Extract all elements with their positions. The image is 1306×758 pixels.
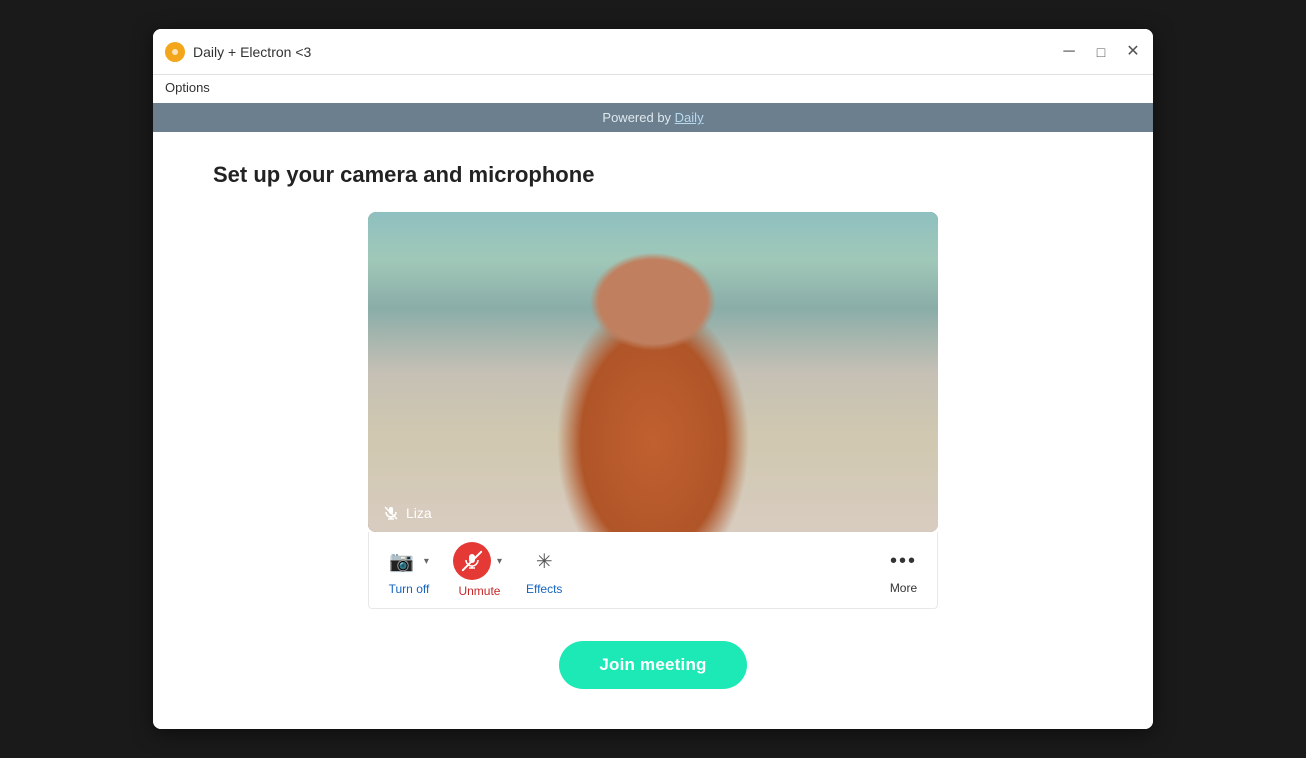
mic-toggle-button[interactable] — [453, 542, 491, 580]
participant-badge: Liza — [382, 504, 432, 522]
chevron-down-icon: ▾ — [424, 556, 429, 567]
effects-label: Effects — [526, 582, 562, 596]
more-control-group: ••• More — [886, 546, 921, 595]
minimize-button[interactable] — [1061, 44, 1077, 60]
app-window: Daily + Electron <3 Options Powered by D… — [153, 29, 1153, 729]
mic-control-group: ▾ Unmute — [453, 542, 506, 598]
main-content: Set up your camera and microphone Liza — [153, 132, 1153, 729]
video-preview: Liza — [368, 212, 938, 532]
powered-by-text: Powered by — [602, 110, 674, 125]
effects-control-group: ✳ Effects — [526, 545, 562, 596]
more-label: More — [890, 581, 917, 595]
camera-chevron-button[interactable]: ▾ — [420, 552, 433, 571]
daily-link[interactable]: Daily — [675, 110, 704, 125]
camera-toggle-button[interactable]: 📷 — [385, 545, 418, 578]
mic-btn-row: ▾ — [453, 542, 506, 580]
powered-bar: Powered by Daily — [153, 103, 1153, 132]
window-controls — [1061, 44, 1141, 60]
effects-btn-row: ✳ — [532, 545, 557, 578]
menubar: Options — [153, 75, 1153, 103]
effects-icon: ✳ — [536, 549, 553, 574]
camera-label: Turn off — [389, 582, 430, 596]
person-overlay — [368, 212, 938, 532]
mic-label: Unmute — [458, 584, 500, 598]
chevron-down-icon: ▾ — [497, 556, 502, 567]
participant-name: Liza — [406, 505, 432, 521]
close-button[interactable] — [1125, 44, 1141, 60]
options-menu[interactable]: Options — [165, 80, 210, 95]
video-background — [368, 212, 938, 532]
app-icon — [165, 42, 185, 62]
setup-title: Set up your camera and microphone — [213, 162, 594, 188]
titlebar: Daily + Electron <3 — [153, 29, 1153, 75]
more-icon: ••• — [890, 550, 917, 573]
controls-bar: 📷 ▾ Turn off — [368, 532, 938, 609]
maximize-button[interactable] — [1093, 44, 1109, 60]
camera-btn-row: 📷 ▾ — [385, 545, 433, 578]
join-meeting-button[interactable]: Join meeting — [559, 641, 746, 689]
mic-chevron-button[interactable]: ▾ — [493, 552, 506, 571]
mic-off-icon — [382, 504, 400, 522]
camera-icon: 📷 — [389, 549, 414, 574]
more-button[interactable]: ••• — [886, 546, 921, 577]
window-title: Daily + Electron <3 — [193, 44, 1061, 60]
camera-control-group: 📷 ▾ Turn off — [385, 545, 433, 596]
effects-button[interactable]: ✳ — [532, 545, 557, 578]
